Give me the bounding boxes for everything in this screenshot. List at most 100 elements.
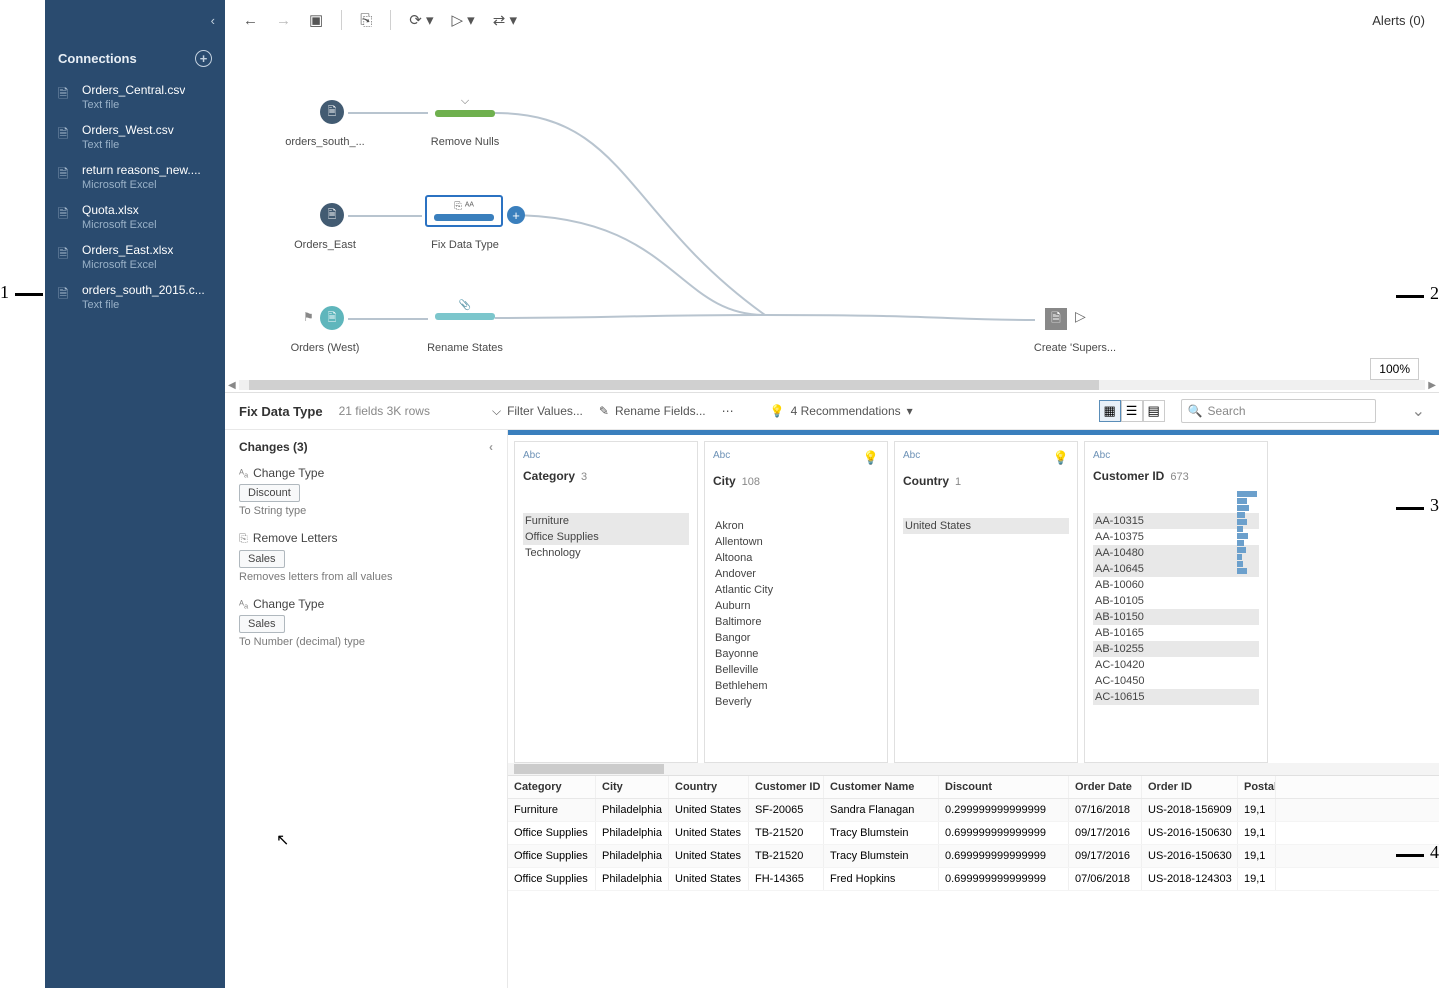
card-value[interactable]: Andover bbox=[713, 566, 879, 582]
connection-item[interactable]: 🗎return reasons_new....Microsoft Excel bbox=[45, 157, 225, 197]
card-value[interactable]: AC-10420 bbox=[1093, 657, 1259, 673]
input-node[interactable]: 🗎 bbox=[320, 203, 344, 227]
card-value[interactable]: Technology bbox=[523, 545, 689, 561]
card-value[interactable]: Furniture bbox=[523, 513, 689, 529]
search-input[interactable]: 🔍Search bbox=[1181, 399, 1376, 423]
run-flow-button[interactable]: ▷ ▾ bbox=[447, 9, 478, 31]
annotation-line bbox=[1396, 295, 1424, 298]
card-value[interactable]: AB-10150 bbox=[1093, 609, 1259, 625]
connection-item[interactable]: 🗎Quota.xlsxMicrosoft Excel bbox=[45, 197, 225, 237]
profile-card-city[interactable]: Abc💡 City108 AkronAllentownAltoonaAndove… bbox=[704, 441, 888, 763]
settings-button[interactable]: ⇄ ▾ bbox=[489, 9, 521, 31]
data-view-button[interactable]: ▤ bbox=[1143, 400, 1165, 422]
add-step-button[interactable]: + bbox=[507, 206, 525, 224]
profile-header: Fix Data Type 21 fields 3K rows ⌵Filter … bbox=[225, 392, 1439, 430]
save-button[interactable]: ▣ bbox=[305, 9, 327, 31]
profile-scrollbar-h[interactable] bbox=[508, 763, 1439, 775]
expand-button[interactable]: ⌄ bbox=[1412, 401, 1425, 421]
card-value[interactable]: Bayonne bbox=[713, 646, 879, 662]
card-value[interactable]: AA-10645 bbox=[1093, 561, 1259, 577]
search-icon: 🔍 bbox=[1188, 404, 1203, 418]
connection-item[interactable]: 🗎Orders_Central.csvText file bbox=[45, 77, 225, 117]
recommendations-button[interactable]: 💡4 Recommendations▾ bbox=[770, 404, 913, 418]
flow-canvas[interactable]: 🗎 ⌵ orders_south_... Remove Nulls 🗎 ⎘ ᴬᴬ… bbox=[225, 40, 1439, 390]
back-button[interactable]: ← bbox=[239, 10, 262, 31]
connector bbox=[348, 112, 428, 114]
type-icon: ᴬₐ bbox=[239, 599, 248, 611]
annotation-2: 2 bbox=[1430, 283, 1439, 304]
filter-values-button[interactable]: ⌵Filter Values... bbox=[492, 404, 583, 419]
connections-title: Connections bbox=[58, 51, 137, 66]
card-value[interactable]: Akron bbox=[713, 518, 879, 534]
file-icon: 🗎 bbox=[58, 165, 72, 191]
input-node[interactable]: 🗎 bbox=[320, 100, 344, 124]
node-label: Create 'Supers... bbox=[1030, 342, 1120, 354]
change-item[interactable]: ᴬₐChange TypeSalesTo Number (decimal) ty… bbox=[239, 597, 493, 648]
table-row[interactable]: Office SuppliesPhiladelphiaUnited States… bbox=[508, 868, 1439, 891]
rename-fields-button[interactable]: ✎Rename Fields... bbox=[599, 404, 706, 418]
card-value[interactable]: AB-10165 bbox=[1093, 625, 1259, 641]
card-value[interactable]: AC-10615 bbox=[1093, 689, 1259, 705]
card-value[interactable]: Atlantic City bbox=[713, 582, 879, 598]
connection-item[interactable]: 🗎Orders_East.xlsxMicrosoft Excel bbox=[45, 237, 225, 277]
card-value[interactable]: Belleville bbox=[713, 662, 879, 678]
input-node[interactable]: 🗎 bbox=[320, 306, 344, 330]
annotation-line bbox=[15, 293, 43, 296]
profile-view-button[interactable]: ▦ bbox=[1099, 400, 1121, 422]
filter-icon: ⌵ bbox=[435, 95, 495, 108]
add-connection-button[interactable]: + bbox=[195, 50, 212, 67]
cursor-icon: ↖ bbox=[276, 830, 289, 850]
annotation-line bbox=[1396, 854, 1424, 857]
node-label: Orders (West) bbox=[280, 342, 370, 354]
alerts-label[interactable]: Alerts (0) bbox=[1372, 13, 1425, 28]
list-view-button[interactable]: ☰ bbox=[1121, 400, 1143, 422]
card-value[interactable]: AA-10375 bbox=[1093, 529, 1259, 545]
card-value[interactable]: AB-10105 bbox=[1093, 593, 1259, 609]
refresh-button[interactable]: ⟳ ▾ bbox=[405, 9, 437, 31]
connection-item[interactable]: 🗎Orders_West.csvText file bbox=[45, 117, 225, 157]
datasource-icon: 🗎 bbox=[320, 306, 344, 330]
run-output-icon[interactable]: ▷ bbox=[1075, 308, 1086, 330]
card-value[interactable]: Bangor bbox=[713, 630, 879, 646]
card-value[interactable]: Baltimore bbox=[713, 614, 879, 630]
clean-step[interactable]: ⌵ bbox=[435, 95, 495, 117]
card-value[interactable]: Beverly bbox=[713, 694, 879, 710]
card-value[interactable]: AC-10450 bbox=[1093, 673, 1259, 689]
card-value[interactable]: Altoona bbox=[713, 550, 879, 566]
bulb-icon[interactable]: 💡 bbox=[1053, 450, 1069, 466]
card-value[interactable]: Allentown bbox=[713, 534, 879, 550]
table-row[interactable]: FurniturePhiladelphiaUnited StatesSF-200… bbox=[508, 799, 1439, 822]
collapse-changes-icon[interactable]: ‹ bbox=[489, 440, 493, 454]
connection-item[interactable]: 🗎orders_south_2015.c...Text file bbox=[45, 277, 225, 317]
change-item[interactable]: ⎘Remove LettersSalesRemoves letters from… bbox=[239, 531, 493, 583]
card-value[interactable]: AA-10315 bbox=[1093, 513, 1259, 529]
output-node[interactable]: 🗎 ▷ bbox=[1045, 308, 1086, 330]
card-value[interactable]: United States bbox=[903, 518, 1069, 534]
profile-card-category[interactable]: Abc Category3 FurnitureOffice SuppliesTe… bbox=[514, 441, 698, 763]
distribution-sparkline bbox=[1237, 490, 1263, 575]
profile-card-customer-id[interactable]: Abc Customer ID673 AA-10315AA-10375AA-10… bbox=[1084, 441, 1268, 763]
card-value[interactable]: AB-10060 bbox=[1093, 577, 1259, 593]
change-item[interactable]: ᴬₐChange TypeDiscountTo String type bbox=[239, 466, 493, 517]
collapse-sidebar-icon[interactable]: ‹ bbox=[211, 13, 215, 28]
canvas-scrollbar-h[interactable]: ◀ ▶ bbox=[225, 378, 1439, 392]
bulb-icon[interactable]: 💡 bbox=[863, 450, 879, 466]
zoom-level[interactable]: 100% bbox=[1370, 358, 1419, 380]
card-value[interactable]: Auburn bbox=[713, 598, 879, 614]
card-value[interactable]: Bethlehem bbox=[713, 678, 879, 694]
publish-button[interactable]: ⎘ bbox=[356, 10, 376, 31]
clean-step-selected[interactable]: ⎘ ᴬᴬ bbox=[425, 195, 503, 227]
clean-step[interactable]: 📎 bbox=[435, 300, 495, 320]
more-button[interactable]: ⋯ bbox=[722, 404, 734, 418]
table-row[interactable]: Office SuppliesPhiladelphiaUnited States… bbox=[508, 822, 1439, 845]
card-value[interactable]: Office Supplies bbox=[523, 529, 689, 545]
separator bbox=[341, 10, 342, 30]
card-value[interactable]: AA-10480 bbox=[1093, 545, 1259, 561]
card-value[interactable]: AB-10255 bbox=[1093, 641, 1259, 657]
table-row[interactable]: Office SuppliesPhiladelphiaUnited States… bbox=[508, 845, 1439, 868]
node-label: Orders_East bbox=[280, 239, 370, 251]
file-icon: 🗎 bbox=[58, 125, 72, 151]
forward-button[interactable]: → bbox=[272, 10, 295, 31]
profile-card-country[interactable]: Abc💡 Country1 United States bbox=[894, 441, 1078, 763]
bulb-icon: 💡 bbox=[770, 404, 785, 418]
